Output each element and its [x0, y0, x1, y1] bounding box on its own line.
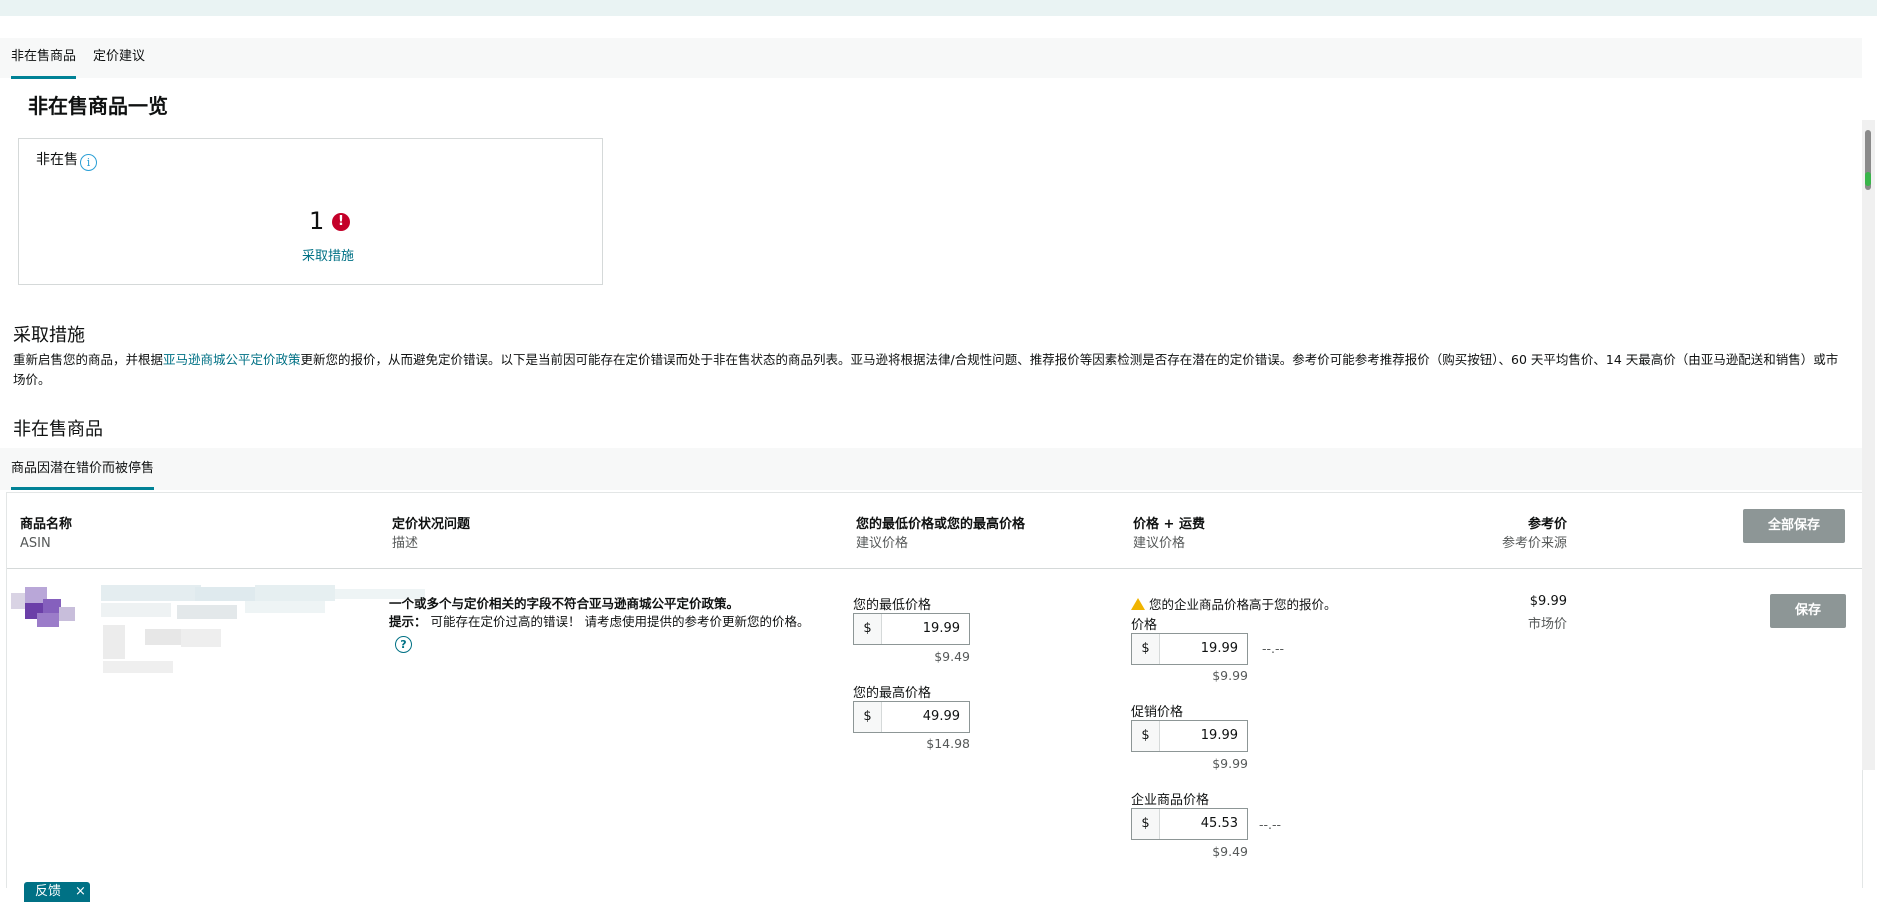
main-tabs: 非在售商品 定价建议	[0, 38, 1862, 79]
promo-price-input[interactable]: $ 19.99	[1131, 720, 1248, 752]
save-row-button[interactable]: 保存	[1770, 594, 1846, 628]
min-price-input[interactable]: $ 19.99	[853, 613, 970, 645]
col-reference-price-label: 参考价	[1527, 517, 1567, 532]
col-pricing-issue: 定价状况问题 描述	[392, 515, 470, 553]
min-price-suggest: $9.49	[934, 649, 970, 664]
col-min-max-price-label: 您的最低价格或您的最高价格	[856, 517, 1026, 532]
promo-price-value: 19.99	[1200, 728, 1238, 743]
action-section-title: 采取措施	[13, 325, 85, 346]
col-description-label: 描述	[392, 536, 419, 551]
sub-tabs: 商品因潜在错价而被停售	[0, 448, 1862, 490]
issue-hint: 提示： 可能存在定价过高的错误！ 请考虑使用提供的参考价更新您的价格。?	[389, 612, 819, 653]
currency-symbol: $	[1132, 634, 1160, 664]
hint-label: 提示：	[389, 614, 427, 629]
currency-symbol: $	[854, 702, 882, 732]
info-icon[interactable]: i	[80, 154, 97, 171]
tab-inactive-listings[interactable]: 非在售商品	[11, 38, 77, 79]
top-band	[0, 0, 1877, 16]
col-price-suggest-label: 建议价格	[1133, 536, 1186, 551]
col-reference-source-label: 参考价来源	[1501, 536, 1567, 551]
col-reference-price: 参考价 参考价来源	[1457, 515, 1567, 553]
page-scrollbar[interactable]	[1862, 120, 1875, 770]
min-price-label: 您的最低价格	[853, 598, 932, 613]
currency-symbol: $	[854, 614, 882, 644]
business-price-value: 45.53	[1200, 816, 1238, 831]
feedback-label: 反馈	[35, 884, 62, 899]
issue-title: 一个或多个与定价相关的字段不符合亚马逊商城公平定价政策。	[389, 596, 740, 611]
col-product-name-label: 商品名称	[20, 517, 73, 532]
price-shipping-value: --.--	[1262, 641, 1285, 656]
price-value: 19.99	[1200, 641, 1238, 656]
price-suggest: $9.99	[1212, 668, 1248, 683]
warning-text: 您的企业商品价格高于您的报价。	[1149, 597, 1337, 612]
warning-icon	[1131, 598, 1145, 610]
col-min-max-suggest-label: 建议价格	[856, 536, 909, 551]
save-all-button[interactable]: 全部保存	[1743, 509, 1845, 543]
take-action-link[interactable]: 采取措施	[302, 245, 354, 264]
promo-price-suggest: $9.99	[1212, 756, 1248, 771]
table-header: 商品名称 ASIN 定价状况问题 描述 您的最低价格或您的最高价格 建议价格 价…	[7, 493, 1862, 569]
inactive-section-title: 非在售商品	[13, 419, 103, 440]
summary-card: 非在售 i 1 ! 采取措施	[18, 138, 603, 285]
currency-symbol: $	[1132, 809, 1160, 839]
help-icon[interactable]: ?	[395, 636, 412, 653]
max-price-label: 您的最高价格	[853, 686, 932, 701]
scroll-indicator	[1865, 172, 1871, 186]
business-price-label: 企业商品价格	[1131, 793, 1210, 808]
page-title: 非在售商品一览	[28, 94, 168, 118]
summary-label: 非在售	[36, 152, 78, 168]
desc-before: 重新启售您的商品，并根据	[13, 352, 164, 367]
listings-table: 商品名称 ASIN 定价状况问题 描述 您的最低价格或您的最高价格 建议价格 价…	[6, 492, 1863, 888]
error-icon: !	[332, 213, 350, 231]
col-price-shipping-label: 价格 + 运费	[1133, 517, 1205, 532]
summary-count: 1	[309, 207, 325, 235]
hint-text: 可能存在定价过高的错误！ 请考虑使用提供的参考价更新您的价格。	[430, 614, 810, 629]
min-price-value: 19.99	[922, 621, 960, 636]
business-price-warning: 您的企业商品价格高于您的报价。	[1131, 594, 1337, 613]
col-asin-label: ASIN	[20, 536, 51, 551]
max-price-suggest: $14.98	[926, 736, 970, 751]
product-title-blurred[interactable]	[95, 585, 425, 681]
business-price-input[interactable]: $ 45.53	[1131, 808, 1248, 840]
product-thumbnail[interactable]	[11, 585, 81, 635]
reference-price-source: 市场价	[1527, 617, 1567, 632]
reference-price-value: $9.99	[1529, 594, 1567, 609]
business-price-suggest: $9.49	[1212, 844, 1248, 859]
close-icon[interactable]: ×	[75, 882, 86, 902]
col-pricing-issue-label: 定价状况问题	[392, 517, 471, 532]
action-description: 重新启售您的商品，并根据亚马逊商城公平定价政策更新您的报价，从而避免定价错误。以…	[13, 350, 1845, 390]
tab-pricing-suggestions[interactable]: 定价建议	[93, 38, 145, 76]
price-input[interactable]: $ 19.99	[1131, 633, 1248, 665]
max-price-value: 49.99	[922, 709, 960, 724]
col-product-name: 商品名称 ASIN	[20, 515, 72, 553]
promo-price-label: 促销价格	[1131, 705, 1184, 720]
price-label: 价格	[1131, 618, 1158, 633]
tab-potential-pricing-error[interactable]: 商品因潜在错价而被停售	[11, 448, 155, 490]
currency-symbol: $	[1132, 721, 1160, 751]
feedback-button[interactable]: 反馈 ×	[24, 882, 90, 902]
business-shipping-value: --.--	[1259, 817, 1282, 832]
col-price-shipping: 价格 + 运费 建议价格	[1133, 515, 1205, 553]
summary-label-wrap: 非在售 i	[36, 149, 97, 171]
col-min-max-price: 您的最低价格或您的最高价格 建议价格	[856, 515, 1025, 553]
max-price-input[interactable]: $ 49.99	[853, 701, 970, 733]
fair-pricing-policy-link[interactable]: 亚马逊商城公平定价政策	[163, 352, 301, 367]
